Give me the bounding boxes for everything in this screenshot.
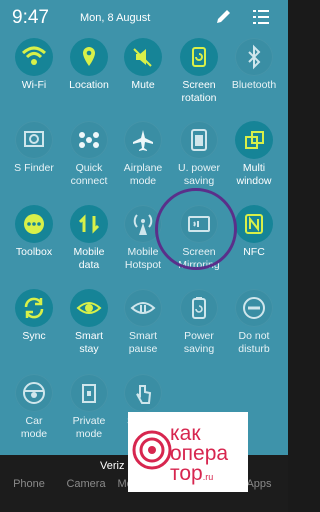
wifi-icon <box>15 38 53 76</box>
tile-mute[interactable]: Mute <box>111 38 175 92</box>
tile-bluetooth[interactable]: Bluetooth <box>222 38 286 92</box>
airplane-icon <box>124 121 162 159</box>
quick-connect-icon <box>70 121 108 159</box>
screen-mirroring-highlight <box>155 188 237 270</box>
tile-label: Airplane mode <box>123 162 163 187</box>
private-mode-icon <box>70 374 108 412</box>
do-not-disturb-icon <box>235 289 273 327</box>
tile-label: Do not disturb <box>238 330 270 355</box>
tile-label: Multi window <box>236 162 272 187</box>
s-finder-icon <box>15 121 53 159</box>
sync-icon <box>15 289 53 327</box>
carrier-label: Veriz <box>100 460 125 472</box>
ultra-power-saving-icon <box>180 121 218 159</box>
tile-smart-pause[interactable]: Smart pause <box>111 289 175 356</box>
pencil-icon[interactable] <box>212 6 234 28</box>
tile-label: Smart pause <box>128 330 158 355</box>
tile-multi-window[interactable]: Multi window <box>222 121 286 188</box>
bluetooth-icon <box>235 38 273 76</box>
list-settings-icon[interactable] <box>250 6 272 28</box>
toolbox-icon <box>15 205 53 243</box>
car-mode-icon <box>15 374 53 412</box>
screen-rotation-icon <box>180 38 218 76</box>
quick-settings-panel: 9:47 Mon, 8 August Wi-Fi Location Mute Scre… <box>0 0 288 512</box>
mobile-data-icon <box>70 205 108 243</box>
dock-item-phone[interactable]: Phone <box>1 478 57 490</box>
dock-item-camera[interactable]: Camera <box>58 478 114 490</box>
nfc-icon <box>235 205 273 243</box>
tile-airplane[interactable]: Airplane mode <box>111 121 175 188</box>
mute-icon <box>124 38 162 76</box>
smart-pause-icon <box>124 289 162 327</box>
power-saving-icon <box>180 289 218 327</box>
clock: 9:47 <box>12 7 49 28</box>
date: Mon, 8 August <box>80 12 151 24</box>
smart-stay-icon <box>70 289 108 327</box>
location-pin-icon <box>70 38 108 76</box>
status-bar: 9:47 Mon, 8 August <box>0 0 288 34</box>
tile-label: Mute <box>131 79 155 91</box>
watermark-symbol-icon <box>132 430 172 470</box>
watermark-text: как опера тор.ru <box>170 422 229 485</box>
watermark-logo: как опера тор.ru <box>128 412 248 492</box>
simple-screen-icon <box>124 374 162 412</box>
tile-label: Bluetooth <box>231 79 277 91</box>
tile-do-not-disturb[interactable]: Do not disturb <box>222 289 286 356</box>
multi-window-icon <box>235 121 273 159</box>
